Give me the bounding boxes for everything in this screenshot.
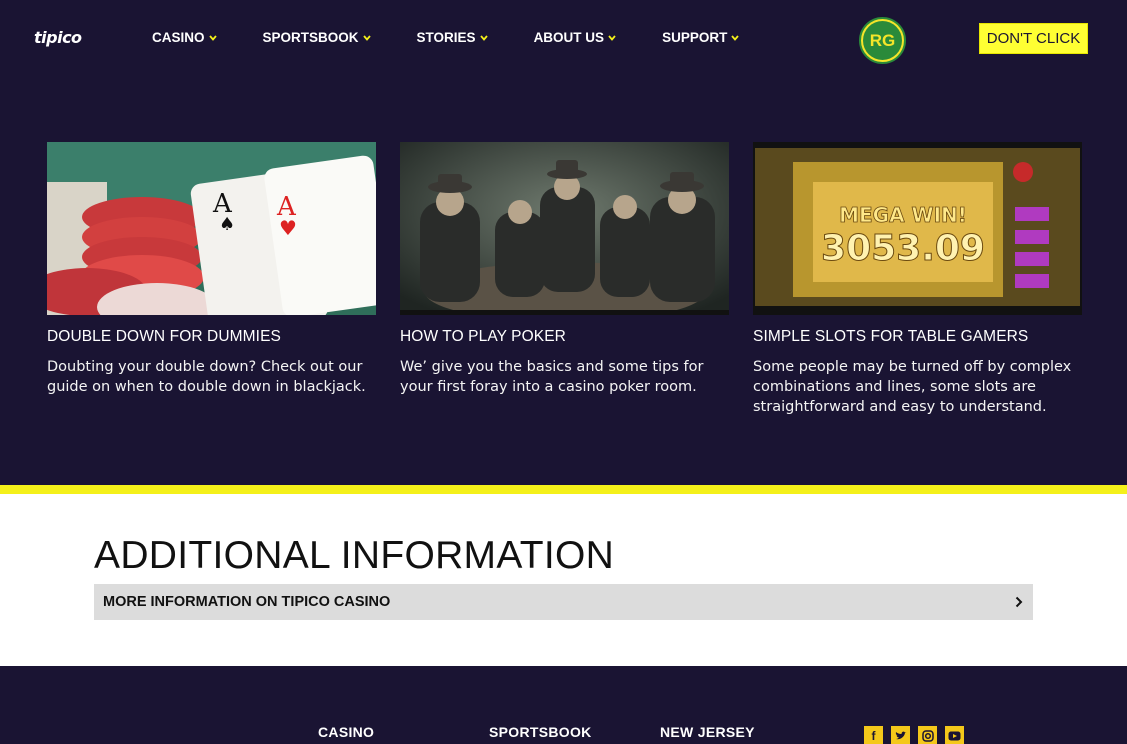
nav-label: SUPPORT: [662, 30, 728, 45]
more-info-accordion[interactable]: MORE INFORMATION ON TIPICO CASINO: [94, 584, 1033, 620]
card-description: Some people may be turned off by complex…: [753, 359, 1072, 415]
chevron-down-icon: [208, 34, 217, 41]
rg-badge-text: RG: [863, 21, 902, 60]
instagram-icon[interactable]: [918, 726, 937, 744]
svg-text:♥: ♥: [279, 216, 297, 240]
main-nav: CASINO SPORTSBOOK STORIES ABOUT US SUPPO…: [152, 30, 785, 45]
nav-label: ABOUT US: [533, 30, 605, 45]
nav-label: STORIES: [416, 30, 476, 45]
nav-stories[interactable]: STORIES: [417, 30, 488, 45]
slot-machine-image[interactable]: MEGA WIN! 3053.09: [753, 142, 1082, 315]
card-title[interactable]: SIMPLE SLOTS FOR TABLE GAMERS: [753, 328, 1082, 346]
footer-link-sportsbook[interactable]: SPORTSBOOK: [489, 724, 592, 740]
story-card[interactable]: MEGA WIN! 3053.09 SIMPLE SLOTS FOR TABLE…: [753, 142, 1082, 417]
nav-support[interactable]: SUPPORT: [662, 30, 740, 45]
card-title[interactable]: HOW TO PLAY POKER: [400, 328, 729, 346]
yellow-divider: [0, 485, 1127, 494]
chevron-down-icon: [608, 34, 616, 41]
nav-label: SPORTSBOOK: [262, 30, 359, 45]
responsible-gaming-badge[interactable]: RG: [859, 17, 906, 64]
tipico-logo[interactable]: tipico: [34, 28, 82, 47]
nav-casino[interactable]: CASINO: [152, 30, 217, 45]
nav-about-us[interactable]: ABOUT US: [534, 30, 617, 45]
twitter-icon[interactable]: [891, 726, 910, 744]
story-card[interactable]: A ♠ A ♥ DOUBLE DOWN FOR DUMMIES Doubting…: [47, 142, 376, 417]
footer: CASINO SPORTSBOOK NEW JERSEY f: [0, 666, 1127, 744]
chevron-down-icon: [362, 34, 371, 41]
card-description: We’ give you the basics and some tips fo…: [400, 359, 704, 395]
chevron-down-icon: [479, 34, 488, 41]
accordion-label: MORE INFORMATION ON TIPICO CASINO: [103, 594, 391, 610]
blackjack-image[interactable]: A ♠ A ♥: [47, 142, 376, 315]
section-title: ADDITIONAL INFORMATION: [94, 534, 615, 577]
win-amount-text: 3053.09: [821, 228, 985, 269]
nav-label: CASINO: [152, 30, 205, 45]
header: tipico CASINO SPORTSBOOK STORIES ABOUT U…: [0, 0, 1127, 78]
chevron-down-icon: [731, 34, 740, 41]
dont-click-button[interactable]: DON'T CLICK: [979, 23, 1088, 54]
svg-text:♠: ♠: [219, 214, 235, 235]
story-card[interactable]: HOW TO PLAY POKER We’ give you the basic…: [400, 142, 729, 417]
footer-link-casino[interactable]: CASINO: [318, 724, 374, 740]
facebook-icon[interactable]: f: [864, 726, 883, 744]
additional-information-section: ADDITIONAL INFORMATION MORE INFORMATION …: [0, 494, 1127, 666]
card-description: Doubting your double down? Check out our…: [47, 359, 366, 395]
youtube-icon[interactable]: [945, 726, 964, 744]
poker-players-image[interactable]: [400, 142, 729, 315]
social-links: f: [864, 726, 972, 744]
footer-link-new-jersey[interactable]: NEW JERSEY: [660, 724, 755, 740]
mega-win-text: MEGA WIN!: [839, 203, 967, 227]
story-cards: A ♠ A ♥ DOUBLE DOWN FOR DUMMIES Doubting…: [47, 142, 1106, 417]
nav-sportsbook[interactable]: SPORTSBOOK: [263, 30, 371, 45]
chevron-right-icon: [1015, 596, 1023, 608]
card-title[interactable]: DOUBLE DOWN FOR DUMMIES: [47, 328, 376, 346]
